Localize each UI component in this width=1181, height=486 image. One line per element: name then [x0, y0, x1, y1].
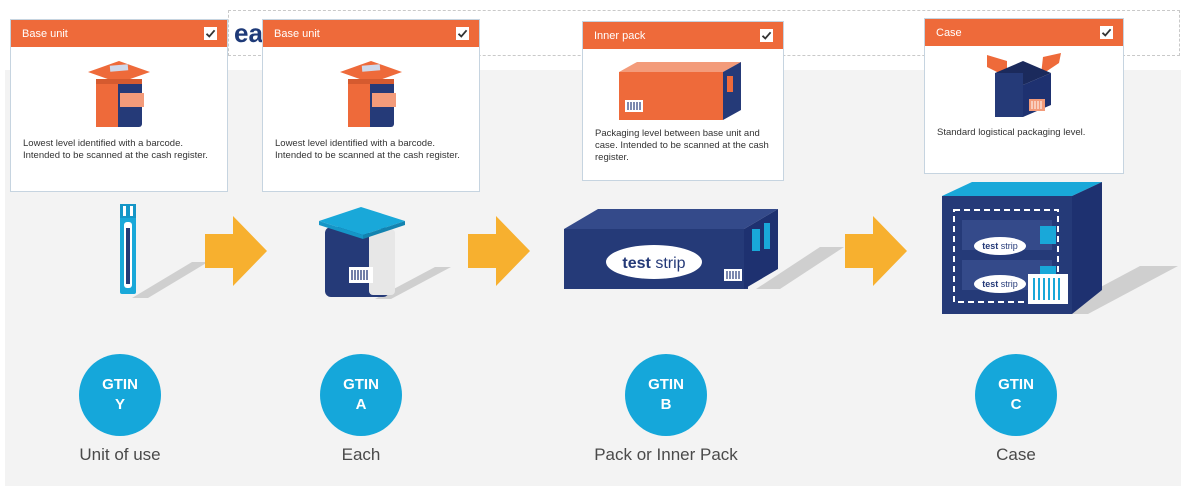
box-icon	[619, 62, 741, 120]
card-title: Base unit	[274, 27, 320, 40]
gtin-a-badge: GTIN A	[320, 354, 402, 436]
card-title: Case	[936, 26, 962, 39]
level-label-case: Case	[996, 445, 1036, 464]
card-description: Standard logistical packaging level.	[937, 127, 1086, 138]
gtin-code: Y	[114, 396, 125, 413]
card-base-unit-2: Base unit Lowest level identified with a…	[262, 19, 480, 192]
gtin-y-badge: GTIN Y	[79, 354, 161, 436]
arrow-icon	[468, 216, 530, 286]
can-icon	[88, 61, 150, 127]
arrow-icon	[205, 216, 267, 286]
gtin-title: GTIN	[343, 376, 379, 393]
case-label-light-2: strip	[1001, 279, 1018, 289]
gtin-b-badge: GTIN B	[625, 354, 707, 436]
card-header: Case	[925, 19, 1123, 46]
gtin-code: A	[355, 396, 367, 413]
brand-fragment: ea	[234, 18, 263, 48]
card-title: Inner pack	[594, 29, 646, 42]
card-header: Base unit	[11, 20, 227, 47]
gtin-title: GTIN	[102, 376, 138, 393]
check-icon	[1101, 28, 1112, 37]
svg-text:test strip: test strip	[982, 279, 1018, 289]
card-case: Case Standard logistical packaging level…	[924, 18, 1124, 174]
arrow-icon	[845, 216, 907, 286]
card-header: Base unit	[263, 20, 479, 47]
open-case-icon	[987, 53, 1061, 117]
case-label-light-1: strip	[1001, 241, 1018, 251]
card-checkbox[interactable]	[760, 29, 773, 42]
can-icon	[340, 61, 402, 127]
case-label-bold-2: test	[982, 279, 998, 289]
card-checkbox[interactable]	[204, 27, 217, 40]
vial-icon	[319, 207, 451, 299]
svg-text:test strip: test strip	[982, 241, 1018, 251]
level-label-each: Each	[341, 445, 381, 464]
level-label-unit-of-use: Unit of use	[79, 445, 161, 464]
card-header: Inner pack	[583, 22, 783, 49]
case-icon: test strip test strip	[942, 182, 1178, 314]
card-base-unit-1: Base unit Lowest level identified with a…	[10, 19, 228, 192]
gtin-title: GTIN	[998, 376, 1034, 393]
check-icon	[457, 29, 468, 38]
check-icon	[205, 29, 216, 38]
level-label-pack: Pack or Inner Pack	[594, 445, 738, 464]
pack-icon: test strip	[564, 209, 844, 289]
gtin-hierarchy-diagram: ea Base unit Lowest level identified wit…	[0, 0, 1181, 486]
card-description: Lowest level identified with a barcode. …	[275, 138, 460, 161]
gtin-code: C	[1010, 396, 1022, 413]
card-checkbox[interactable]	[456, 27, 469, 40]
card-description: Packaging level between base unit and ca…	[595, 128, 769, 163]
check-icon	[761, 31, 772, 40]
gtin-c-badge: GTIN C	[975, 354, 1057, 436]
card-description: Lowest level identified with a barcode. …	[23, 138, 208, 161]
test-strip-icon	[120, 204, 208, 298]
case-label-bold-1: test	[982, 241, 998, 251]
gtin-title: GTIN	[648, 376, 684, 393]
card-title: Base unit	[22, 27, 68, 40]
gtin-code: B	[660, 396, 672, 413]
pack-label-light: strip	[655, 255, 685, 272]
pack-label-bold: test	[622, 255, 651, 272]
card-checkbox[interactable]	[1100, 26, 1113, 39]
svg-text:test strip: test strip	[622, 255, 685, 272]
card-inner-pack: Inner pack Packaging level between base …	[582, 21, 784, 181]
